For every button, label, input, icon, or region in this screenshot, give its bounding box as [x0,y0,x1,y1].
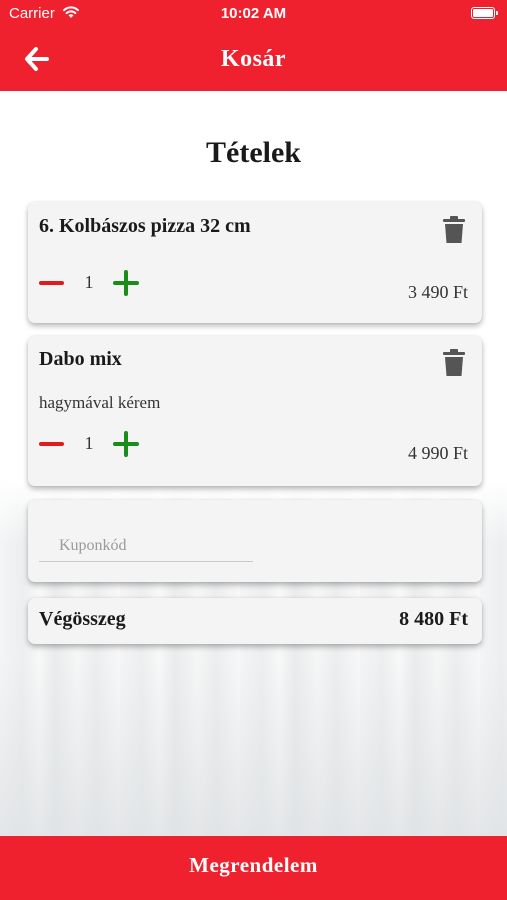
cart-item-card: Dabo mix hagymával kérem 1 4 990 Ft [28,336,482,486]
total-card: Végösszeg 8 480 Ft [28,598,482,644]
cart-item-card: 6. Kolbászos pizza 32 cm 1 3 490 Ft [28,202,482,323]
trash-icon[interactable] [442,216,466,244]
item-price: 3 490 Ft [407,282,468,302]
minus-icon [39,442,64,446]
quantity-stepper: 1 [39,430,159,460]
coupon-card [28,500,482,582]
quantity-value: 1 [84,272,94,292]
minus-icon [39,281,64,285]
section-title: Tételek [206,136,301,169]
item-name: Dabo mix [39,348,122,370]
total-label: Végösszeg [39,608,126,630]
order-button[interactable]: Megrendelem [0,836,507,900]
item-name: 6. Kolbászos pizza 32 cm [39,215,251,237]
increase-quantity-button[interactable] [113,269,139,297]
battery-icon [471,7,498,19]
increase-quantity-button[interactable] [113,430,139,458]
trash-icon[interactable] [442,349,466,377]
total-value: 8 480 Ft [399,608,468,630]
page-title: Kosár [220,46,287,72]
decrease-quantity-button[interactable] [39,269,67,299]
decrease-quantity-button[interactable] [39,430,67,460]
status-time: 10:02 AM [220,5,287,22]
item-price: 4 990 Ft [407,443,468,463]
item-note: hagymával kérem [39,393,161,412]
quantity-value: 1 [84,433,94,453]
quantity-stepper: 1 [39,269,159,299]
status-bar: Carrier 10:02 AM [0,0,507,28]
coupon-input[interactable] [39,530,253,562]
nav-bar: Kosár [0,28,507,91]
